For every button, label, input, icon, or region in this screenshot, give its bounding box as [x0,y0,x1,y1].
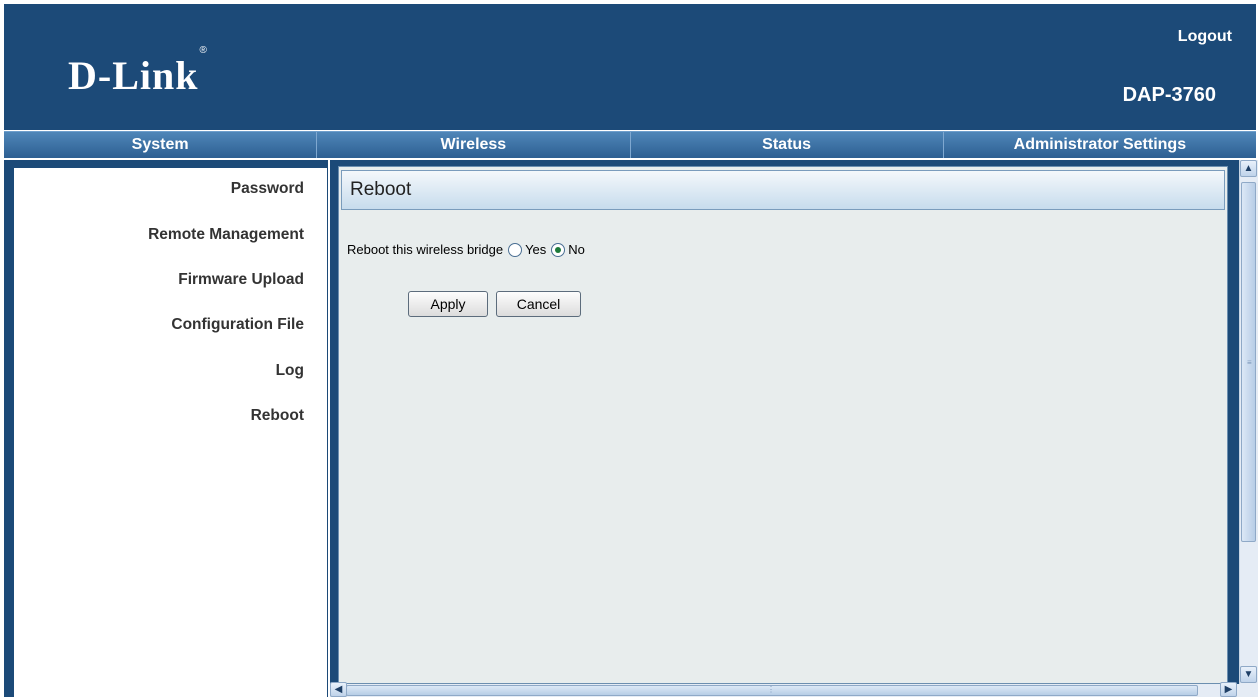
sidebar: Password Remote Management Firmware Uplo… [14,168,327,697]
cancel-button[interactable]: Cancel [496,291,581,317]
reboot-option-row: Reboot this wireless bridge Yes No [347,242,585,257]
sidebar-item-configuration-file[interactable]: Configuration File [171,316,304,334]
horizontal-scroll-thumb[interactable]: ⋮ [346,685,1198,696]
sidebar-item-firmware-upload[interactable]: Firmware Upload [178,271,304,289]
header-banner: D-Link® Logout DAP-3760 [4,4,1256,130]
page-title: Reboot [350,179,412,200]
content-panel: Reboot Reboot this wireless bridge Yes N… [338,166,1228,684]
vertical-scrollbar[interactable]: ▲ ≡ ▼ [1239,160,1258,684]
radio-yes[interactable] [508,242,523,257]
vertical-scroll-thumb[interactable]: ≡ [1241,182,1256,542]
sidebar-item-reboot[interactable]: Reboot [251,407,304,425]
tab-wireless[interactable]: Wireless [317,132,631,158]
sidebar-item-password[interactable]: Password [231,180,304,198]
section-header: Reboot [341,170,1225,210]
sidebar-item-log[interactable]: Log [276,362,304,380]
radio-yes-label[interactable]: Yes [525,242,546,257]
tab-status[interactable]: Status [631,132,944,158]
radio-no-label[interactable]: No [568,242,585,257]
radio-no[interactable] [551,242,566,257]
tab-system[interactable]: System [4,132,318,158]
scroll-down-icon[interactable]: ▼ [1240,666,1257,683]
grip-icon: ≡ [1247,358,1252,367]
device-model: DAP-3760 [1122,84,1216,106]
dlink-logo: D-Link® [68,44,208,98]
scroll-right-icon[interactable]: ▶ [1220,682,1237,697]
apply-button[interactable]: Apply [408,291,488,317]
grip-icon: ⋮ [767,685,775,694]
scroll-left-icon[interactable]: ◀ [330,682,347,697]
main-nav: System Wireless Status Administrator Set… [4,131,1256,158]
sidebar-item-remote-management[interactable]: Remote Management [148,226,304,244]
tab-administrator-settings[interactable]: Administrator Settings [944,132,1256,158]
horizontal-scrollbar[interactable]: ◀ ⋮ ▶ [330,682,1258,697]
logout-link[interactable]: Logout [1178,28,1232,46]
scroll-up-icon[interactable]: ▲ [1240,160,1257,177]
reboot-label: Reboot this wireless bridge [347,242,504,257]
